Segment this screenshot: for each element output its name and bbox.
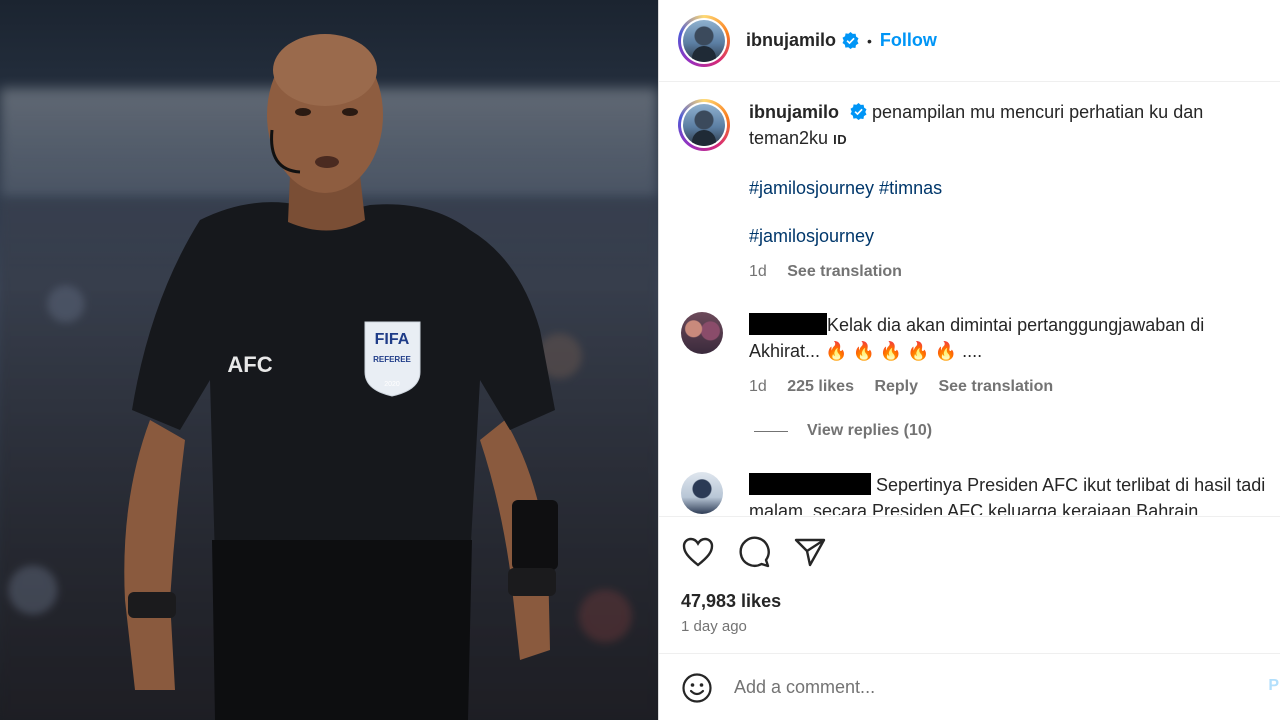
- like-button[interactable]: [681, 535, 715, 569]
- commenter-avatar[interactable]: [681, 472, 723, 514]
- post-time-ago[interactable]: 1 day ago: [681, 618, 747, 635]
- comment-input[interactable]: [734, 677, 1234, 698]
- heart-icon: [682, 537, 714, 567]
- comment-time[interactable]: 1d: [749, 378, 767, 395]
- redacted-username: [749, 473, 871, 495]
- share-button[interactable]: [793, 535, 827, 569]
- afc-sleeve-logo: AFC: [227, 352, 272, 377]
- post-side-panel: ibnujamilo • Follow ibnujamilo penampila…: [658, 0, 1280, 720]
- comment-see-translation[interactable]: See translation: [938, 378, 1053, 395]
- redacted-username: [749, 313, 827, 335]
- caption-hashtags-2[interactable]: #jamilosjourney: [749, 223, 1268, 249]
- post-comment-button[interactable]: P: [1268, 677, 1279, 695]
- referee-figure: FIFA REFEREE 2020 AFC: [124, 34, 558, 720]
- fifa-badge-year: 2020: [384, 381, 400, 388]
- author-avatar[interactable]: [678, 14, 730, 67]
- follow-button[interactable]: Follow: [880, 30, 937, 51]
- caption-verified-icon: [850, 103, 867, 120]
- paper-plane-icon: [794, 538, 826, 567]
- emoji-icon[interactable]: [681, 672, 713, 704]
- flag-badge-icon: ID: [833, 132, 848, 147]
- post-caption: ibnujamilo penampilan mu mencuri perhati…: [678, 99, 1268, 285]
- verified-badge-icon: [842, 32, 859, 49]
- comment-bubble-icon: [739, 536, 770, 568]
- caption-meta: 1d See translation: [749, 259, 1268, 285]
- view-replies-button[interactable]: View replies (10): [754, 422, 932, 440]
- fifa-badge-text: FIFA: [375, 331, 410, 348]
- replies-divider: [754, 430, 788, 432]
- fifa-badge-subtext: REFEREE: [373, 355, 411, 364]
- caption-see-translation[interactable]: See translation: [787, 263, 902, 280]
- commenter-avatar[interactable]: [681, 312, 723, 354]
- caption-avatar[interactable]: [678, 99, 730, 151]
- comment-item: Kelak dia akan dimintai pertanggungjawab…: [678, 312, 1274, 400]
- comment-item: Sepertinya Presiden AFC ikut terlibat di…: [678, 472, 1274, 515]
- comments-scroll-area[interactable]: ibnujamilo penampilan mu mencuri perhati…: [659, 83, 1280, 515]
- header-separator: •: [867, 32, 872, 49]
- comment-likes[interactable]: 225 likes: [787, 378, 854, 395]
- view-replies-label: View replies (10): [807, 422, 933, 439]
- caption-hashtags-1[interactable]: #jamilosjourney #timnas: [749, 175, 1268, 201]
- comment-meta: 1d 225 likes Reply See translation: [749, 374, 1274, 400]
- likes-count[interactable]: 47,983 likes: [681, 591, 781, 612]
- caption-username[interactable]: ibnujamilo: [749, 102, 839, 122]
- author-username[interactable]: ibnujamilo: [746, 30, 836, 51]
- post-photo: FIFA REFEREE 2020 AFC: [0, 0, 658, 720]
- post-header: ibnujamilo • Follow: [659, 0, 1280, 82]
- comment-reply-button[interactable]: Reply: [874, 378, 918, 395]
- comment-button[interactable]: [737, 535, 771, 569]
- post-actions: 47,983 likes 1 day ago: [659, 516, 1280, 654]
- comment-composer: P: [659, 655, 1280, 720]
- caption-time[interactable]: 1d: [749, 263, 767, 280]
